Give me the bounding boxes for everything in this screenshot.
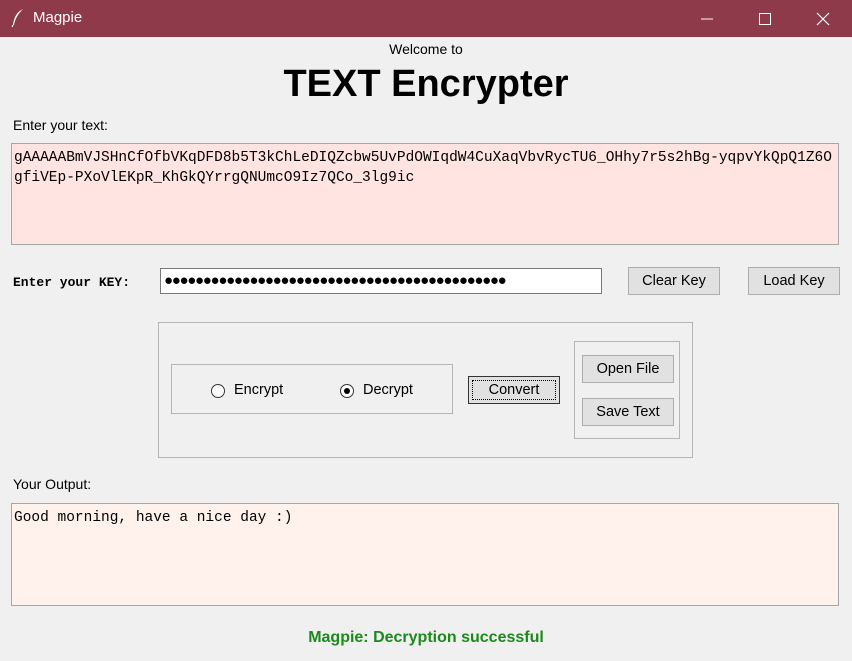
encrypt-label: Encrypt bbox=[234, 382, 284, 398]
open-file-button[interactable]: Open File bbox=[582, 355, 674, 383]
maximize-button[interactable] bbox=[736, 0, 794, 37]
close-button[interactable] bbox=[794, 0, 852, 37]
radio-dot bbox=[344, 388, 350, 394]
radio-selected-icon[interactable] bbox=[340, 384, 354, 398]
radio-unselected-icon[interactable] bbox=[211, 384, 225, 398]
title-bar[interactable]: Magpie bbox=[0, 0, 852, 37]
close-icon bbox=[816, 12, 830, 26]
focus-ring bbox=[472, 380, 556, 400]
save-text-button[interactable]: Save Text bbox=[582, 398, 674, 426]
maximize-icon bbox=[759, 13, 771, 25]
input-text-area[interactable]: gAAAAABmVJSHnCfOfbVKqDFD8b5T3kChLeDIQZcb… bbox=[11, 143, 839, 245]
clear-key-button[interactable]: Clear Key bbox=[628, 267, 720, 295]
output-label: Your Output: bbox=[13, 476, 92, 492]
welcome-text: Welcome to bbox=[389, 41, 463, 57]
minimize-button[interactable] bbox=[678, 0, 736, 37]
decrypt-label: Decrypt bbox=[363, 382, 413, 398]
minimize-icon bbox=[701, 18, 713, 20]
page-title: TEXT Encrypter bbox=[283, 63, 569, 105]
key-label: Enter your KEY: bbox=[13, 275, 131, 290]
load-key-button[interactable]: Load Key bbox=[748, 267, 840, 295]
feather-icon bbox=[11, 9, 23, 28]
input-label: Enter your text: bbox=[13, 117, 108, 133]
status-message: Magpie: Decryption successful bbox=[308, 629, 544, 646]
output-text-area[interactable]: Good morning, have a nice day :) bbox=[11, 503, 839, 606]
convert-button[interactable]: Convert bbox=[468, 376, 560, 404]
key-input[interactable]: ●●●●●●●●●●●●●●●●●●●●●●●●●●●●●●●●●●●●●●●●… bbox=[160, 268, 602, 294]
window-title: Magpie bbox=[33, 9, 83, 26]
